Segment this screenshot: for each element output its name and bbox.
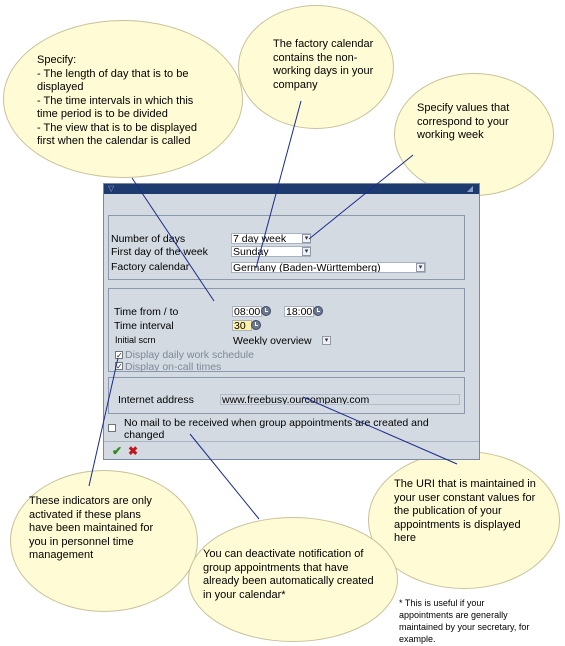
window-resize-icon[interactable]: ◢ xyxy=(467,184,473,194)
callout-factory-calendar: The factory calendar contains the non- w… xyxy=(238,5,394,129)
callout-working-week: Specify values that correspond to your w… xyxy=(394,73,554,196)
initial-scrn-dropdown-icon[interactable]: ▾ xyxy=(322,336,331,345)
footer-bar xyxy=(104,441,479,442)
calendar-settings-dialog: ▽ ◢ Number of days 7 day week ▾ First da… xyxy=(103,183,480,460)
number-of-days-field[interactable]: 7 day week xyxy=(231,233,311,244)
callout-factory-calendar-text: The factory calendar contains the non- w… xyxy=(273,38,374,91)
callout-notification-text: You can deactivate notification of group… xyxy=(203,548,374,601)
number-of-days-dropdown-icon[interactable]: ▾ xyxy=(302,234,311,243)
window-menu-icon[interactable]: ▽ xyxy=(108,184,114,194)
factory-calendar-label: Factory calendar xyxy=(111,261,190,273)
time-interval-label: Time interval xyxy=(114,320,174,332)
no-mail-checkbox[interactable] xyxy=(108,424,116,432)
factory-calendar-field[interactable]: Germany (Baden-Württemberg) xyxy=(231,262,426,273)
time-interval-clock-icon[interactable] xyxy=(251,320,261,330)
first-day-dropdown-icon[interactable]: ▾ xyxy=(302,247,311,256)
time-interval-field[interactable]: 30 xyxy=(232,320,252,331)
daily-work-schedule-label: Display daily work schedule xyxy=(125,349,254,361)
initial-scrn-field[interactable]: Weekly overview xyxy=(231,335,329,346)
time-to-clock-icon[interactable] xyxy=(313,306,323,316)
title-bar: ▽ ◢ xyxy=(104,184,479,194)
callout-uri-text: The URI that is maintained in your user … xyxy=(394,478,536,544)
number-of-days-label: Number of days xyxy=(111,233,186,245)
initial-scrn-label: Initial scrn xyxy=(115,335,156,345)
time-from-field[interactable]: 08:00 xyxy=(232,306,262,317)
callout-indicators: These indicators are only activated if t… xyxy=(10,470,198,612)
time-to-field[interactable]: 18:00 xyxy=(284,306,314,317)
first-day-field[interactable]: Sunday xyxy=(231,246,311,257)
on-call-times-checkbox[interactable]: ✓ xyxy=(115,362,123,371)
callout-uri: The URI that is maintained in your user … xyxy=(368,451,560,589)
no-mail-label: No mail to be received when group appoin… xyxy=(124,417,429,441)
internet-address-label: Internet address xyxy=(118,394,194,406)
cross-icon: ✖ xyxy=(128,444,139,458)
check-icon: ✔ xyxy=(112,444,123,458)
confirm-button[interactable]: ✔ xyxy=(112,445,124,457)
first-day-label: First day of the week xyxy=(111,246,208,258)
daily-work-schedule-checkbox[interactable]: ✓ xyxy=(115,351,123,360)
callout-indicators-text: These indicators are only activated if t… xyxy=(29,495,154,561)
on-call-times-label: Display on-call times xyxy=(125,361,222,373)
time-from-to-label: Time from / to xyxy=(114,306,179,318)
callout-specify-text: Specify: - The length of day that is to … xyxy=(37,54,197,147)
factory-calendar-dropdown-icon[interactable]: ▾ xyxy=(416,263,425,272)
time-from-clock-icon[interactable] xyxy=(261,306,271,316)
callout-notification: You can deactivate notification of group… xyxy=(188,517,398,642)
internet-address-field[interactable]: www.freebusy.ourcompany.com xyxy=(220,394,460,405)
footnote: * This is useful if your appointments ar… xyxy=(399,598,530,644)
cancel-button[interactable]: ✖ xyxy=(128,445,140,457)
callout-working-week-text: Specify values that correspond to your w… xyxy=(417,102,510,141)
callout-specify: Specify: - The length of day that is to … xyxy=(3,20,243,178)
